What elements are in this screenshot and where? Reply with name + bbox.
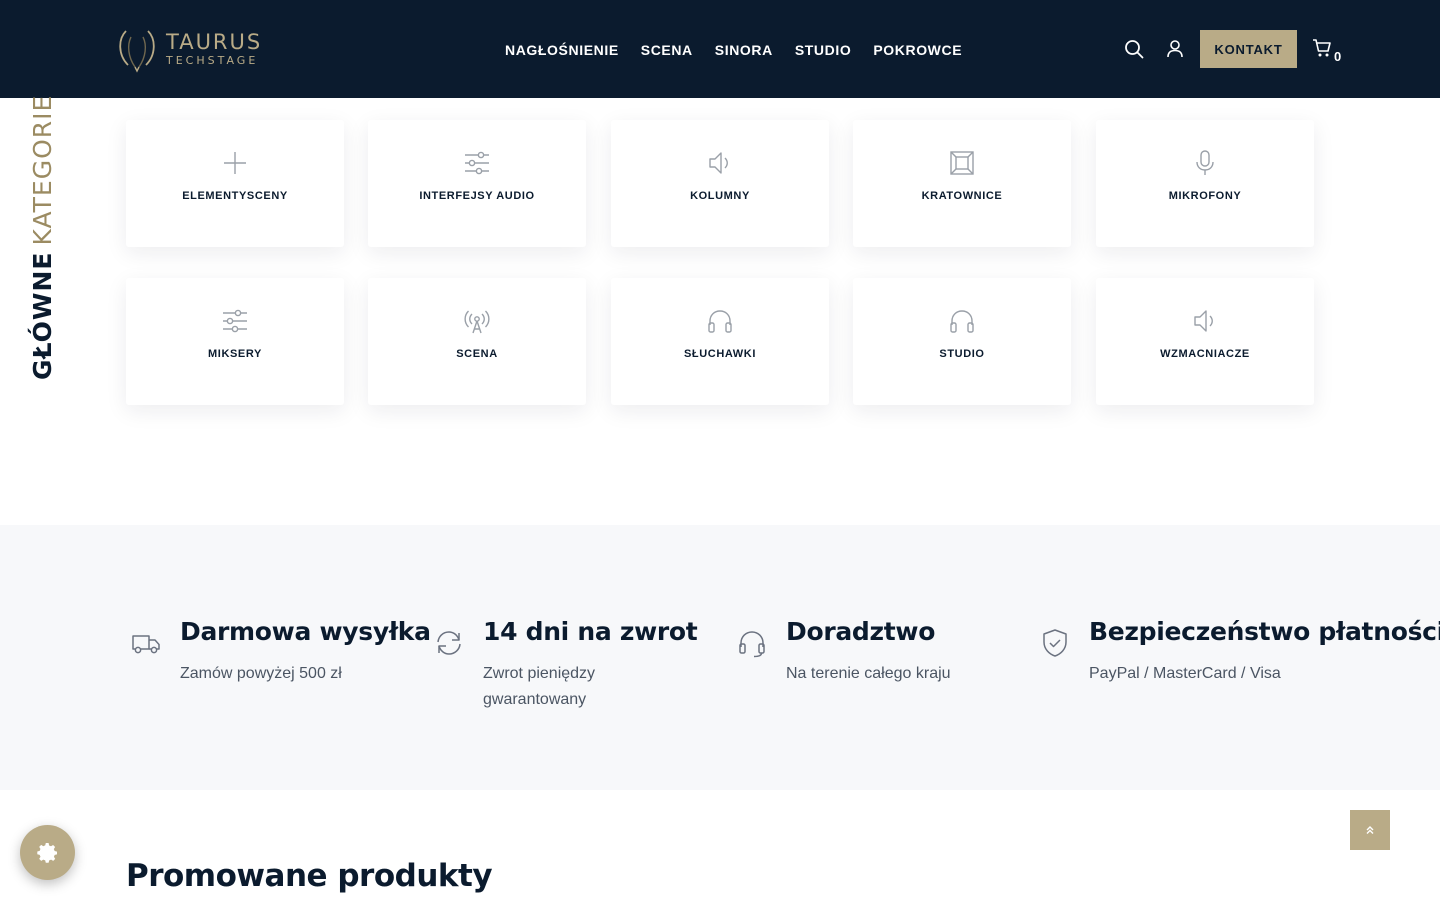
category-label: WZMACNIACZE [1160, 348, 1250, 360]
section-title-main-categories: GŁÓWNE KATEGORIE [28, 95, 57, 380]
section-title-bold: GŁÓWNE [28, 251, 57, 380]
speaker-icon [1194, 310, 1213, 332]
cookie-settings-button[interactable] [20, 825, 75, 880]
feature-title: 14 dni na zwrot [483, 617, 698, 646]
category-card-mikrofony[interactable]: MIKROFONY [1096, 120, 1314, 247]
feature-subtitle: Zamów powyżej 500 zł [180, 665, 342, 682]
nav-item-scena[interactable]: SCENA [641, 42, 693, 58]
nav-item-pokrowce[interactable]: POKROWCE [873, 42, 962, 58]
site-logo[interactable]: TAURUS TECHSTAGE [100, 20, 290, 78]
features-band: Darmowa wysyłka Zamów powyżej 500 zł 14 … [0, 525, 1440, 790]
nav-item-naglosnienie[interactable]: NAGŁOŚNIENIE [505, 42, 619, 58]
feature-subtitle: Na terenie całego kraju [786, 665, 951, 682]
main-nav: NAGŁOŚNIENIE SCENA SINORA STUDIO POKROWC… [505, 38, 962, 62]
feature-subtitle: PayPal / MasterCard / Visa [1089, 665, 1281, 682]
site-header: TAURUS TECHSTAGE NAGŁOŚNIENIE SCENA SINO… [0, 0, 1440, 98]
scroll-to-top-button[interactable] [1350, 810, 1390, 850]
logo-wordmark: TAURUS [166, 30, 263, 54]
search-icon[interactable] [1123, 38, 1145, 60]
promoted-products-title: Promowane produkty [126, 858, 493, 894]
truck-icon [132, 635, 160, 654]
double-chevron-up-icon [1366, 826, 1374, 834]
headphones-icon [708, 310, 732, 333]
gear-icon [36, 842, 57, 863]
category-card-sluchawki[interactable]: SŁUCHAWKI [611, 278, 829, 405]
sliders-icon [465, 151, 489, 175]
category-card-studio[interactable]: STUDIO [853, 278, 1071, 405]
category-card-scena[interactable]: SCENA [368, 278, 586, 405]
speaker-icon [709, 152, 728, 174]
category-card-wzmacniacze[interactable]: WZMACNIACZE [1096, 278, 1314, 405]
category-label: MIKSERY [208, 348, 262, 360]
feature-subtitle: Zwrot pieniędzy gwarantowany [483, 665, 596, 708]
category-label: STUDIO [939, 348, 985, 360]
category-label: MIKROFONY [1168, 190, 1242, 202]
refresh-icon [437, 631, 461, 655]
user-icon[interactable] [1164, 38, 1186, 60]
category-label: KRATOWNICE [921, 190, 1003, 202]
category-card-interfejsy-audio[interactable]: INTERFEJSY AUDIO [368, 120, 586, 247]
cart-count-badge: 0 [1334, 49, 1342, 64]
plus-icon [224, 152, 246, 174]
feature-title: Darmowa wysyłka [180, 617, 431, 646]
category-card-kratownice[interactable]: KRATOWNICE [853, 120, 1071, 247]
microphone-icon [1196, 150, 1214, 175]
headphones-icon [950, 310, 974, 333]
category-label: SŁUCHAWKI [683, 348, 756, 360]
feature-title: Doradztwo [786, 617, 936, 646]
nav-item-studio[interactable]: STUDIO [795, 42, 852, 58]
section-title-light: KATEGORIE [28, 94, 57, 246]
category-label: SCENA [456, 348, 498, 360]
category-label: ELEMENTYSCENY [182, 190, 288, 202]
headset-icon [739, 631, 765, 658]
logo-tagline: TECHSTAGE [166, 54, 259, 67]
category-label: INTERFEJSY AUDIO [419, 190, 535, 202]
kontakt-button[interactable]: KONTAKT [1200, 30, 1297, 68]
broadcast-tower-icon [464, 310, 490, 334]
shield-check-icon [1043, 629, 1067, 657]
category-label: KOLUMNY [690, 190, 750, 202]
bull-horns-logo-icon [119, 30, 155, 73]
cart-icon[interactable] [1311, 37, 1333, 59]
category-card-kolumny[interactable]: KOLUMNY [611, 120, 829, 247]
truss-frame-icon [950, 151, 974, 175]
feature-title: Bezpieczeństwo płatności [1089, 617, 1440, 646]
mixer-sliders-icon [223, 309, 247, 333]
nav-item-sinora[interactable]: SINORA [715, 42, 773, 58]
category-card-elementysceny[interactable]: ELEMENTYSCENY [126, 120, 344, 247]
category-card-miksery[interactable]: MIKSERY [126, 278, 344, 405]
